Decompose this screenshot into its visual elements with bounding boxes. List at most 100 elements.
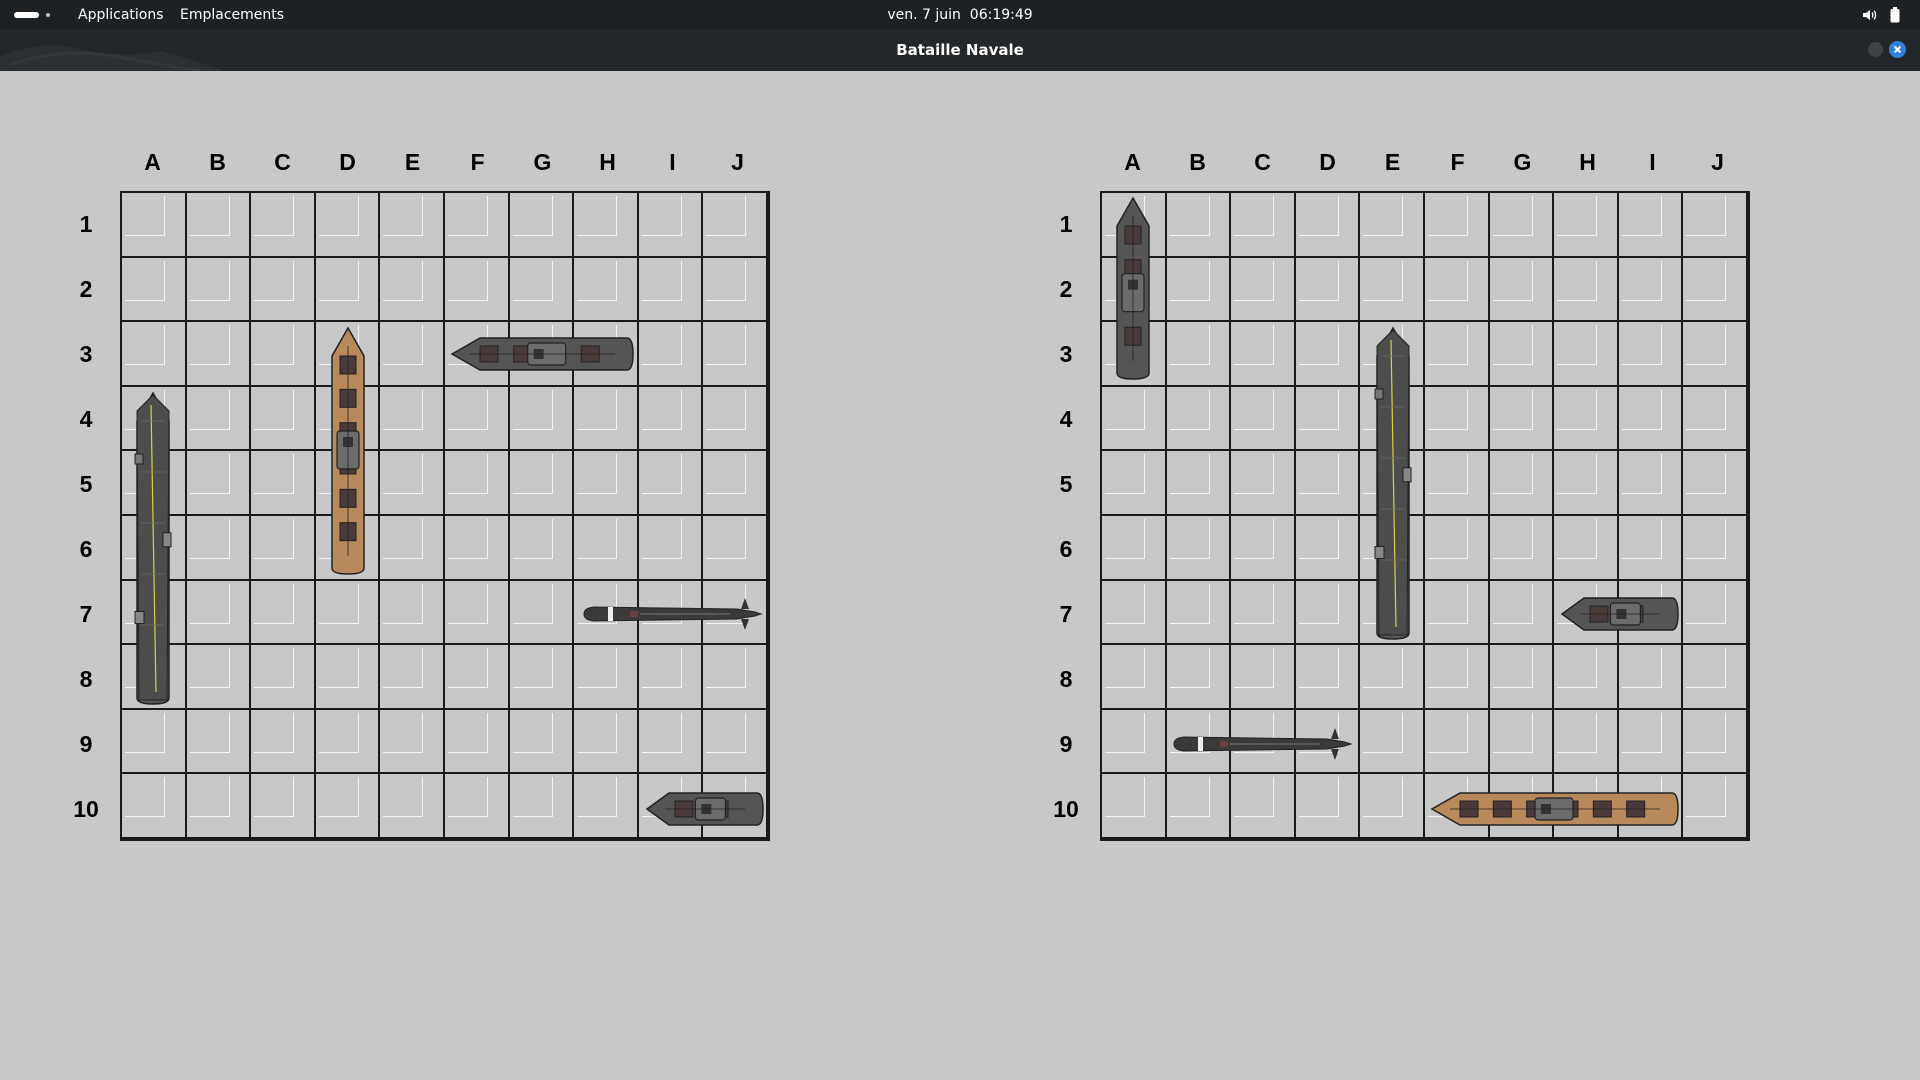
grid-cell-G5[interactable] <box>509 451 575 516</box>
grid-cell-C2[interactable] <box>1231 257 1296 323</box>
grid-cell-H4[interactable] <box>1554 386 1619 452</box>
grid-cell-C6[interactable] <box>251 515 316 581</box>
grid-cell-F4[interactable] <box>444 386 510 452</box>
grid-cell-G2[interactable] <box>509 257 575 323</box>
grid-cell-C2[interactable] <box>251 257 316 323</box>
grid-cell-E1[interactable] <box>380 193 445 258</box>
grid-cell-E2[interactable] <box>380 257 445 323</box>
grid-cell-C3[interactable] <box>1231 322 1296 387</box>
grid-cell-C8[interactable] <box>251 645 316 710</box>
grid-cell-J9[interactable] <box>1683 709 1748 775</box>
grid-cell-D8[interactable] <box>315 645 381 710</box>
grid-cell-D8[interactable] <box>1295 645 1361 710</box>
grid-cell-F6[interactable] <box>1424 515 1490 581</box>
grid-cell-J6[interactable] <box>703 515 768 581</box>
grid-cell-E8[interactable] <box>380 645 445 710</box>
grid-cell-F2[interactable] <box>1424 257 1490 323</box>
grid-cell-D9[interactable] <box>315 709 381 775</box>
grid-cell-I8[interactable] <box>1618 645 1684 710</box>
grid-cell-G5[interactable] <box>1489 451 1555 516</box>
grid-cell-A4[interactable] <box>1102 386 1167 452</box>
grid-cell-I4[interactable] <box>1618 386 1684 452</box>
grid-cell-E3[interactable] <box>380 322 445 387</box>
grid-cell-A6[interactable] <box>1102 515 1167 581</box>
grid-cell-A5[interactable] <box>1102 451 1167 516</box>
grid-cell-D5[interactable] <box>1295 451 1361 516</box>
grid-cell-G1[interactable] <box>1489 193 1555 258</box>
grid-cell-C1[interactable] <box>1231 193 1296 258</box>
grid-cell-E4[interactable] <box>380 386 445 452</box>
grid-cell-G1[interactable] <box>509 193 575 258</box>
grid-cell-B7[interactable] <box>186 580 252 646</box>
grid-cell-D1[interactable] <box>315 193 381 258</box>
grid-cell-A1[interactable] <box>122 193 187 258</box>
grid-cell-J2[interactable] <box>703 257 768 323</box>
grid-cell-B6[interactable] <box>186 515 252 581</box>
grid-cell-G4[interactable] <box>509 386 575 452</box>
grid-cell-H1[interactable] <box>574 193 639 258</box>
grid-cell-B5[interactable] <box>1166 451 1232 516</box>
grid-cell-A10[interactable] <box>1102 774 1167 839</box>
grid-cell-C10[interactable] <box>251 774 316 839</box>
grid-cell-I3[interactable] <box>1618 322 1684 387</box>
grid-cell-D7[interactable] <box>1295 580 1361 646</box>
grid-cell-E9[interactable] <box>380 709 445 775</box>
speaker-icon[interactable] <box>1861 7 1877 23</box>
grid-cell-F5[interactable] <box>444 451 510 516</box>
grid-cell-I6[interactable] <box>638 515 704 581</box>
grid-cell-E5[interactable] <box>380 451 445 516</box>
activities-button[interactable] <box>14 10 52 20</box>
grid-cell-A9[interactable] <box>1102 709 1167 775</box>
grid-cell-F2[interactable] <box>444 257 510 323</box>
grid-cell-I5[interactable] <box>638 451 704 516</box>
grid-cell-D4[interactable] <box>1295 386 1361 452</box>
grid-cell-G6[interactable] <box>1489 515 1555 581</box>
grid-cell-A7[interactable] <box>1102 580 1167 646</box>
grid-cell-B8[interactable] <box>1166 645 1232 710</box>
grid-cell-B1[interactable] <box>1166 193 1232 258</box>
grid-cell-F1[interactable] <box>444 193 510 258</box>
grid-cell-J7[interactable] <box>1683 580 1748 646</box>
grid-cell-H1[interactable] <box>1554 193 1619 258</box>
grid-cell-G6[interactable] <box>509 515 575 581</box>
grid-cell-J1[interactable] <box>703 193 768 258</box>
grid-cell-G4[interactable] <box>1489 386 1555 452</box>
grid-cell-I1[interactable] <box>638 193 704 258</box>
grid-cell-F5[interactable] <box>1424 451 1490 516</box>
grid-cell-E9[interactable] <box>1360 709 1425 775</box>
grid-cell-J2[interactable] <box>1683 257 1748 323</box>
grid-cell-A10[interactable] <box>122 774 187 839</box>
grid-cell-C8[interactable] <box>1231 645 1296 710</box>
grid-cell-J4[interactable] <box>703 386 768 452</box>
grid-cell-I2[interactable] <box>1618 257 1684 323</box>
places-menu[interactable]: Emplacements <box>180 6 284 24</box>
grid-cell-H9[interactable] <box>574 709 639 775</box>
grid-cell-B9[interactable] <box>186 709 252 775</box>
grid-cell-I4[interactable] <box>638 386 704 452</box>
grid-cell-F6[interactable] <box>444 515 510 581</box>
grid-cell-G2[interactable] <box>1489 257 1555 323</box>
grid-cell-B4[interactable] <box>1166 386 1232 452</box>
grid-cell-H6[interactable] <box>574 515 639 581</box>
grid-cell-G7[interactable] <box>1489 580 1555 646</box>
grid-cell-J1[interactable] <box>1683 193 1748 258</box>
grid-cell-J10[interactable] <box>1683 774 1748 839</box>
grid-cell-I3[interactable] <box>638 322 704 387</box>
grid-cell-C1[interactable] <box>251 193 316 258</box>
grid-cell-I2[interactable] <box>638 257 704 323</box>
grid-cell-G9[interactable] <box>1489 709 1555 775</box>
grid-cell-B6[interactable] <box>1166 515 1232 581</box>
grid-cell-E1[interactable] <box>1360 193 1425 258</box>
grid-cell-H4[interactable] <box>574 386 639 452</box>
grid-cell-B3[interactable] <box>1166 322 1232 387</box>
battery-icon[interactable] <box>1890 7 1900 23</box>
grid-cell-F1[interactable] <box>1424 193 1490 258</box>
grid-cell-B7[interactable] <box>1166 580 1232 646</box>
grid-cell-E10[interactable] <box>1360 774 1425 839</box>
grid-cell-B1[interactable] <box>186 193 252 258</box>
minimize-button[interactable] <box>1868 42 1883 57</box>
grid-cell-A2[interactable] <box>122 257 187 323</box>
grid-cell-D1[interactable] <box>1295 193 1361 258</box>
grid-cell-H3[interactable] <box>1554 322 1619 387</box>
grid-cell-F4[interactable] <box>1424 386 1490 452</box>
